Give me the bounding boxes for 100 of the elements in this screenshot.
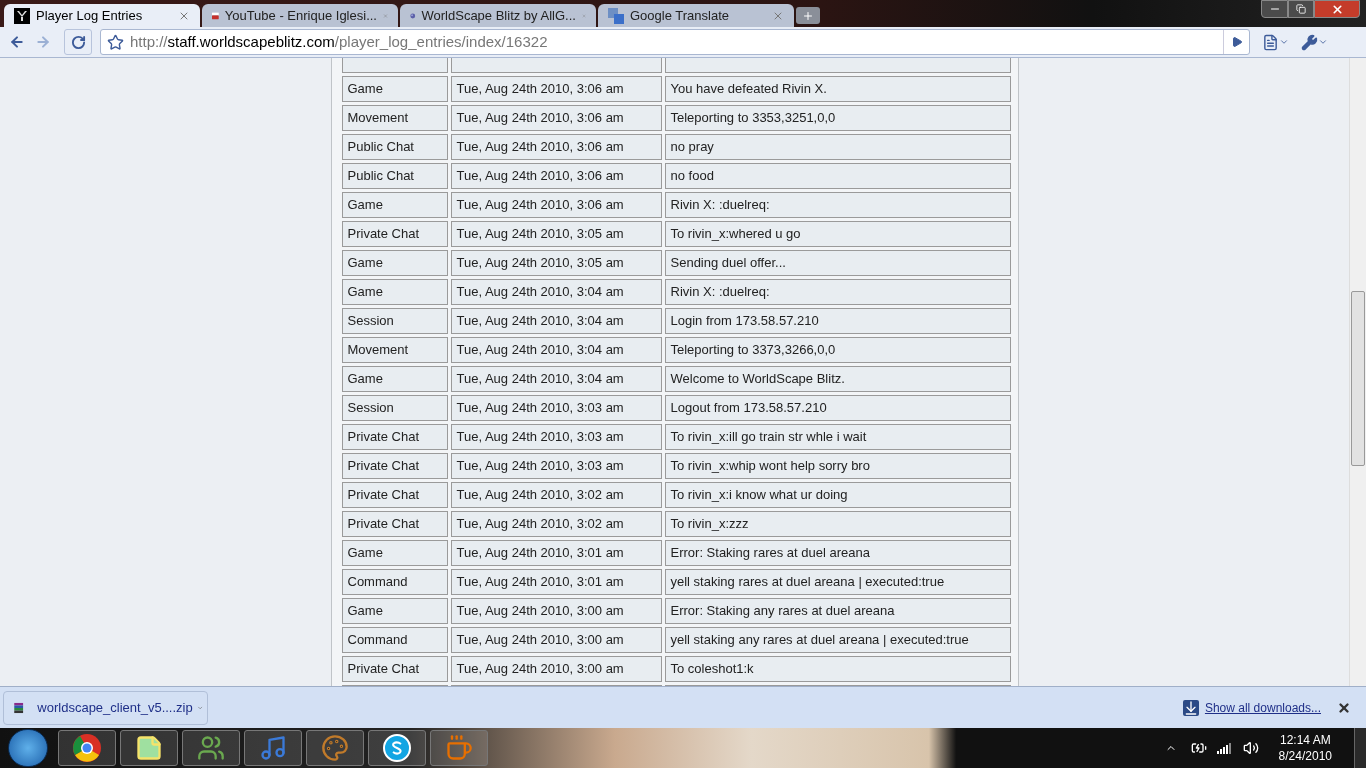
wrench-icon [1301,33,1318,51]
address-bar[interactable]: http://staff.worldscapeblitz.com/player_log_entries/index/16322 [100,29,1250,55]
download-filename: worldscape_client_v5....zip [37,698,193,717]
show-all-downloads-link[interactable]: Show all downloads... [1204,698,1321,717]
table-cell: Tue, Aug 24th 2010, 3:00 am [450,598,662,624]
table-cell: Game [341,250,448,276]
table-cell: Tue, Aug 24th 2010, 3:04 am [450,279,662,305]
table-cell: To rivin_x:ill go train str whle i wait [664,424,1011,450]
taskbar-button[interactable] [120,730,178,766]
table-cell: Tue, Aug 24th 2010, 3:03 am [450,453,662,479]
table-cell: To rivin_x:i know what ur doing [664,482,1011,508]
coffee-cup-icon [445,734,473,762]
close-icon [1330,2,1344,16]
table-cell: Movement [341,337,448,363]
reload-button[interactable] [64,29,92,55]
page-icon [1262,33,1279,51]
chat-s-icon [383,734,411,762]
close-icon[interactable] [1337,700,1351,715]
play-icon [1230,36,1243,48]
restore-button[interactable] [1288,0,1314,18]
table-cell: Welcome to WorldScape Blitz. [664,366,1011,392]
download-icon [1182,699,1199,716]
download-item[interactable]: worldscape_client_v5....zip [3,690,208,725]
table-cell: no pray [664,134,1011,160]
translate-icon [608,7,624,24]
new-tab-button[interactable] [796,7,820,24]
logo-icon [14,7,30,24]
scrollbar[interactable] [1349,58,1366,686]
table-cell: You have defeated Rivin X. [664,76,1011,102]
table-cell: Sending duel offer... [664,250,1011,276]
table-cell: Private Chat [341,511,448,537]
table-cell: Game [341,598,448,624]
plus-icon [802,9,814,22]
table-cell: Tue, Aug 24th 2010, 3:05 am [450,250,662,276]
table-cell: Tue, Aug 24th 2010, 3:03 am [450,395,662,421]
table-cell: Session [341,308,448,334]
browser-tab[interactable]: Player Log Entries [4,4,200,27]
bookmark-star-icon[interactable] [107,33,124,51]
table-cell: Login from 173.58.57.210 [664,308,1011,334]
table-cell: Game [341,76,448,102]
table-cell: no food [664,163,1011,189]
taskbar-button[interactable] [368,730,426,766]
minimize-button[interactable] [1261,0,1288,18]
table-cell: Tue, Aug 24th 2010, 3:02 am [450,482,662,508]
browser-icon [72,733,102,763]
table-cell: To coleshot1:k [664,656,1011,682]
close-button[interactable] [1314,0,1360,18]
table-cell: Logout from 173.58.57.210 [664,395,1011,421]
scrollbar-thumb[interactable] [1351,291,1365,466]
table-cell: Command [341,569,448,595]
browser-tab[interactable]: WorldScape Blitz by AllG... [400,4,596,27]
table-cell: Tue, Aug 24th 2010, 3:04 am [450,366,662,392]
table-cell: Private Chat [341,424,448,450]
table-cell: Tue, Aug 24th 2010, 3:06 am [450,163,662,189]
table-cell: Tue, Aug 24th 2010, 3:06 am [450,76,662,102]
restore-icon [1296,4,1306,14]
browser-tab[interactable]: Google Translate [598,4,794,27]
table-cell: Game [341,540,448,566]
people-icon [197,734,225,762]
table-cell: Tue, Aug 24th 2010, 3:06 am [450,192,662,218]
table-cell: Rivin X: :duelreq: [664,192,1011,218]
palette-icon [321,734,349,762]
browser-tab[interactable]: YouTube - Enrique Iglesi... [202,4,398,27]
table-cell: Public Chat [341,134,448,160]
table-cell: Teleporting to 3373,3266,0,0 [664,337,1011,363]
table-cell: Rivin X: :duelreq: [664,279,1011,305]
table-cell: Tue, Aug 24th 2010, 3:02 am [450,511,662,537]
start-button[interactable] [8,729,48,767]
table-cell: Error: Staking any rares at duel areana [664,598,1011,624]
table-cell: Private Chat [341,221,448,247]
table-cell: To rivin_x:whip wont help sorry bro [664,453,1011,479]
table-cell: To rivin_x:whered u go [664,221,1011,247]
table-cell: Command [341,627,448,653]
power-plug-icon[interactable] [1190,740,1207,756]
page-menu-button[interactable] [1262,33,1289,51]
taskbar-button[interactable] [58,730,116,766]
speaker-icon[interactable] [1242,740,1259,756]
show-desktop-button[interactable] [1354,728,1366,768]
table-cell: Teleporting to 3353,3251,0,0 [664,105,1011,131]
table-cell: To rivin_x:zzz [664,511,1011,537]
reload-icon [70,34,86,50]
table-cell: Movement [341,105,448,131]
forward-arrow-icon [35,34,51,50]
table-cell: Tue, Aug 24th 2010, 3:01 am [450,540,662,566]
table-cell: Private Chat [341,453,448,479]
table-cell: Session [341,395,448,421]
table-cell: Tue, Aug 24th 2010, 3:05 am [450,221,662,247]
settings-button[interactable] [1301,33,1328,51]
table-cell: yell staking rares at duel areana | executed:true [664,569,1011,595]
signal-bars-icon[interactable] [1216,742,1231,754]
table-cell: Tue, Aug 24th 2010, 3:00 am [450,656,662,682]
table-cell: Tue, Aug 24th 2010, 3:06 am [450,105,662,131]
table-cell: Tue, Aug 24th 2010, 3:04 am [450,337,662,363]
caret-icon [1318,37,1328,47]
table-cell: Tue, Aug 24th 2010, 3:03 am [450,424,662,450]
table-cell: Game [341,279,448,305]
table-cell: Public Chat [341,163,448,189]
table-cell: Game [341,366,448,392]
table-cell: Tue, Aug 24th 2010, 3:04 am [450,308,662,334]
clock[interactable]: 12:14 AM 8/24/2010 [1278,732,1332,764]
